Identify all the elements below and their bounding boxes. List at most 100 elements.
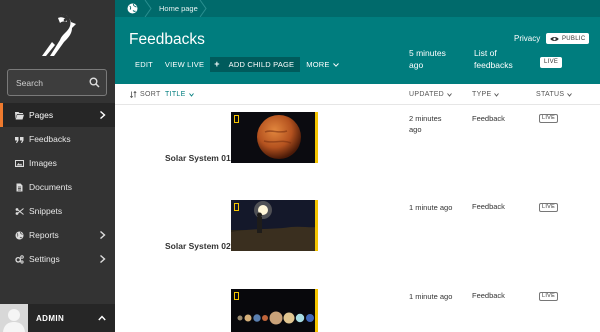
avatar[interactable] bbox=[0, 304, 28, 332]
cogs-icon bbox=[15, 254, 24, 264]
sidebar-item-label: Images bbox=[29, 158, 57, 168]
row-type: Feedback bbox=[472, 202, 505, 211]
chevron-down-icon bbox=[188, 92, 194, 97]
globe-icon bbox=[15, 231, 24, 239]
sidebar-item-images[interactable]: Images bbox=[0, 151, 115, 175]
row-updated-line: ago bbox=[409, 125, 422, 134]
table-row[interactable]: Solar System 01 2 minutes ago Feedback L… bbox=[115, 106, 600, 193]
chevron-down-icon bbox=[567, 92, 573, 97]
sidebar-item-pages[interactable]: Pages bbox=[0, 103, 115, 127]
user-silhouette-icon bbox=[3, 309, 25, 332]
header-updated-line: ago bbox=[409, 60, 424, 70]
natgeo-logo-icon bbox=[234, 203, 239, 211]
row-status-badge[interactable]: LIVE bbox=[539, 292, 559, 301]
privacy-label: Privacy bbox=[514, 34, 541, 43]
row-updated-line: 1 minute ago bbox=[409, 292, 453, 301]
account-name: ADMIN bbox=[36, 314, 65, 323]
search-box bbox=[7, 69, 107, 96]
natgeo-logo-icon bbox=[234, 292, 239, 300]
sidebar-item-label: Settings bbox=[29, 254, 60, 264]
table-row[interactable]: Solar System 02 1 minute ago Feedback LI… bbox=[115, 194, 600, 282]
row-type: Feedback bbox=[472, 114, 505, 123]
page-header: Home page Feedbacks EDIT VIEW LIVE + ADD… bbox=[115, 0, 600, 84]
more-label: MORE bbox=[306, 60, 330, 69]
site-root-globe-icon[interactable] bbox=[127, 3, 138, 14]
row-updated: 2 minutes ago bbox=[409, 113, 459, 135]
sidebar-item-snippets[interactable]: Snippets bbox=[0, 199, 115, 223]
sidebar-item-reports[interactable]: Reports bbox=[0, 223, 115, 247]
row-status-badge[interactable]: LIVE bbox=[539, 203, 559, 212]
chevron-right-icon bbox=[100, 231, 106, 239]
row-updated: 1 minute ago bbox=[409, 202, 459, 213]
table-row[interactable]: 1 minute ago Feedback LIVE bbox=[115, 283, 600, 332]
search-input[interactable] bbox=[8, 70, 86, 95]
eye-icon bbox=[550, 36, 559, 41]
view-live-button[interactable]: VIEW LIVE bbox=[159, 57, 210, 72]
sidebar-item-documents[interactable]: Documents bbox=[0, 175, 115, 199]
sidebar-item-label: Pages bbox=[29, 110, 54, 120]
sidebar-item-feedbacks[interactable]: Feedbacks bbox=[0, 127, 115, 151]
page-actions: EDIT VIEW LIVE + ADD CHILD PAGE MORE bbox=[129, 57, 345, 72]
folder-open-icon bbox=[15, 111, 24, 119]
column-type-label: TYPE bbox=[472, 91, 492, 98]
chevron-down-icon bbox=[447, 92, 452, 97]
document-icon bbox=[16, 183, 23, 191]
main-menu: Pages Feedbacks Images Documents Snippet… bbox=[0, 103, 115, 271]
sidebar-item-settings[interactable]: Settings bbox=[0, 247, 115, 271]
sort-button[interactable]: SORT bbox=[130, 91, 161, 98]
row-status-badge[interactable]: LIVE bbox=[539, 114, 559, 123]
chevron-right-icon bbox=[100, 111, 106, 119]
row-thumbnail[interactable] bbox=[231, 200, 318, 251]
row-updated-line: 2 minutes bbox=[409, 114, 442, 123]
chevron-right-icon bbox=[100, 255, 106, 263]
sort-label: SORT bbox=[140, 91, 161, 98]
header-page-description: List of feedbacks bbox=[474, 47, 529, 71]
table-header: SORT TITLE UPDATED TYPE STATUS bbox=[115, 84, 600, 105]
column-status-label: STATUS bbox=[536, 91, 565, 98]
sidebar-item-label: Documents bbox=[29, 182, 72, 192]
natgeo-logo-icon bbox=[234, 115, 239, 123]
planets-lineup-image bbox=[231, 289, 315, 332]
column-header-updated[interactable]: UPDATED bbox=[409, 91, 452, 98]
breadcrumb: Home page bbox=[115, 0, 600, 17]
wagtail-logo-icon[interactable] bbox=[38, 12, 78, 58]
header-description-line: List of bbox=[474, 48, 497, 58]
row-title[interactable]: Solar System 02 bbox=[165, 241, 231, 251]
column-header-status[interactable]: STATUS bbox=[536, 91, 573, 98]
sidebar-item-label: Reports bbox=[29, 230, 59, 240]
column-header-title[interactable]: TITLE bbox=[165, 91, 194, 98]
account-menu[interactable]: ADMIN bbox=[0, 304, 115, 332]
chevron-up-icon[interactable] bbox=[98, 315, 106, 321]
row-updated: 1 minute ago bbox=[409, 291, 459, 302]
sidebar: Pages Feedbacks Images Documents Snippet… bbox=[0, 0, 115, 332]
row-title[interactable]: Solar System 01 bbox=[165, 153, 231, 163]
page-title: Feedbacks bbox=[129, 31, 205, 48]
privacy-public-button[interactable]: PUBLIC bbox=[546, 33, 590, 44]
column-header-type[interactable]: TYPE bbox=[472, 91, 500, 98]
person-with-light-image bbox=[231, 200, 315, 251]
breadcrumb-item-home-page[interactable]: Home page bbox=[159, 4, 198, 13]
plus-icon: + bbox=[214, 59, 220, 69]
breadcrumb-separator-icon bbox=[144, 0, 152, 17]
status-badge[interactable]: LIVE bbox=[540, 57, 563, 68]
row-type: Feedback bbox=[472, 291, 505, 300]
add-child-page-label: ADD CHILD PAGE bbox=[228, 60, 295, 69]
search-icon[interactable] bbox=[89, 77, 100, 88]
chevron-down-icon bbox=[332, 62, 339, 67]
row-thumbnail[interactable] bbox=[231, 112, 318, 163]
row-updated-line: 1 minute ago bbox=[409, 203, 453, 212]
sort-icon bbox=[130, 91, 137, 98]
breadcrumb-separator-icon bbox=[199, 0, 207, 17]
chevron-down-icon bbox=[494, 92, 500, 97]
mars-planet-image bbox=[231, 112, 315, 163]
header-updated: 5 minutes ago bbox=[409, 47, 459, 71]
header-updated-line: 5 minutes bbox=[409, 48, 446, 58]
privacy-badge-label: PUBLIC bbox=[562, 35, 586, 42]
snippet-icon bbox=[15, 207, 24, 215]
edit-button[interactable]: EDIT bbox=[129, 57, 159, 72]
add-child-page-button[interactable]: + ADD CHILD PAGE bbox=[210, 57, 301, 72]
more-dropdown-button[interactable]: MORE bbox=[300, 57, 344, 72]
row-thumbnail[interactable] bbox=[231, 289, 318, 332]
image-icon bbox=[15, 159, 24, 167]
column-updated-label: UPDATED bbox=[409, 91, 445, 98]
